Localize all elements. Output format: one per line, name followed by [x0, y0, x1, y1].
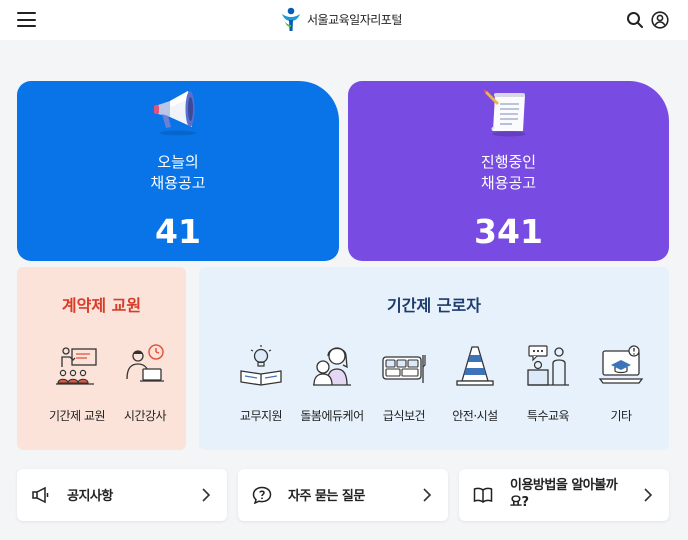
meal-tray-icon — [382, 355, 426, 383]
category-etc[interactable]: 기타 — [586, 343, 656, 424]
today-jobs-card[interactable]: 오늘의 채용공고 41 — [17, 81, 339, 261]
category-fixed-term-teacher[interactable]: 기간제 교원 — [42, 343, 112, 424]
category-hourly-instructor[interactable]: 시간강사 — [110, 343, 180, 424]
fixed-term-worker-card: 기간제 근로자 교무지원 돌봄에듀케어 급식보건 안전·시설 특수교육 기타 — [199, 267, 669, 450]
category-etc-label: 기타 — [610, 409, 632, 423]
contract-teacher-title: 계약제 교원 — [61, 296, 142, 315]
notice-label: 공지사항 — [67, 489, 113, 504]
fixed-term-worker-title: 기간제 근로자 — [387, 296, 481, 315]
category-special-education-label: 특수교육 — [526, 409, 570, 423]
hamburger-menu-icon[interactable] — [17, 12, 36, 27]
seoul-education-logo — [282, 7, 300, 31]
classroom-teacher-icon — [56, 347, 97, 385]
book-lightbulb-icon — [240, 345, 282, 386]
category-hourly-instructor-label: 시간강사 — [123, 409, 167, 423]
ongoing-jobs-count: 341 — [474, 212, 543, 251]
faq-label: 자주 묻는 질문 — [288, 489, 365, 504]
document-scroll-icon — [482, 89, 526, 137]
ongoing-jobs-label: 진행중인 채용공고 — [348, 152, 669, 194]
search-icon[interactable] — [626, 11, 644, 29]
category-academic-support[interactable]: 교무지원 — [226, 343, 296, 424]
user-icon[interactable] — [651, 11, 669, 29]
ongoing-jobs-label-line1: 진행중인 — [480, 153, 537, 171]
site-title: 서울교육일자리포털 — [307, 12, 402, 27]
category-safety-facility-label: 안전·시설 — [452, 409, 498, 423]
today-jobs-label-line1: 오늘의 — [157, 153, 199, 171]
megaphone-icon — [154, 91, 196, 136]
category-special-education[interactable]: 특수교육 — [513, 343, 583, 424]
faq-button[interactable]: 자주 묻는 질문 — [238, 469, 448, 521]
question-bubble-icon — [252, 486, 272, 504]
contract-teacher-card: 계약제 교원 기간제 교원 시간강사 — [17, 267, 186, 450]
how-to-use-label: 이용방법을 알아볼까요? — [510, 478, 618, 510]
how-to-use-button[interactable]: 이용방법을 알아볼까요? — [459, 469, 669, 521]
site-logo[interactable]: 서울교육일자리포털 — [279, 5, 402, 33]
category-meal-health-label: 급식보건 — [382, 409, 426, 423]
instructor-clock-icon — [126, 344, 164, 382]
notice-button[interactable]: 공지사항 — [17, 469, 227, 521]
ongoing-jobs-card[interactable]: 진행중인 채용공고 341 — [348, 81, 669, 261]
category-care-educare[interactable]: 돌봄에듀케어 — [297, 343, 367, 424]
chevron-right-icon — [202, 488, 211, 502]
special-education-icon — [527, 345, 569, 386]
category-meal-health[interactable]: 급식보건 — [369, 343, 439, 424]
traffic-cone-icon — [456, 346, 494, 386]
ongoing-jobs-label-line2: 채용공고 — [480, 174, 537, 192]
chevron-right-icon — [423, 488, 432, 502]
today-jobs-label: 오늘의 채용공고 — [17, 152, 339, 194]
laptop-graduation-icon — [598, 345, 644, 384]
top-header: 서울교육일자리포털 — [0, 0, 688, 40]
category-fixed-term-teacher-label: 기간제 교원 — [48, 409, 106, 423]
caregiver-child-icon — [313, 347, 351, 386]
megaphone-outline-icon — [32, 486, 49, 504]
category-academic-support-label: 교무지원 — [239, 409, 283, 423]
category-safety-facility[interactable]: 안전·시설 — [440, 343, 510, 424]
today-jobs-label-line2: 채용공고 — [150, 174, 206, 192]
today-jobs-count: 41 — [155, 212, 201, 251]
category-care-educare-label: 돌봄에듀케어 — [300, 409, 364, 423]
open-book-icon — [473, 487, 493, 503]
chevron-right-icon — [644, 488, 653, 502]
